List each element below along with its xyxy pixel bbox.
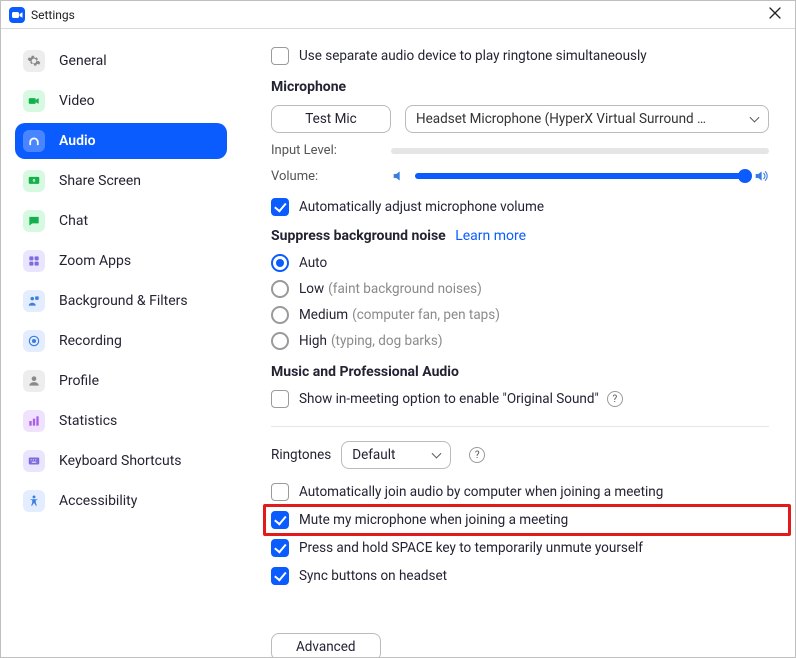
sidebar-item-accessibility[interactable]: Accessibility bbox=[15, 483, 227, 519]
share-screen-icon bbox=[23, 170, 45, 192]
sidebar-item-label: Zoom Apps bbox=[59, 253, 131, 269]
microphone-section-title: Microphone bbox=[271, 79, 769, 95]
sync-headset-checkbox[interactable] bbox=[271, 567, 289, 585]
noise-medium-label: Medium bbox=[299, 307, 348, 323]
original-sound-checkbox[interactable] bbox=[271, 390, 289, 408]
help-icon[interactable]: ? bbox=[607, 391, 623, 407]
sidebar-item-statistics[interactable]: Statistics bbox=[15, 403, 227, 439]
advanced-button[interactable]: Advanced bbox=[271, 633, 381, 657]
profile-icon bbox=[23, 370, 45, 392]
background-icon bbox=[23, 290, 45, 312]
sidebar-item-recording[interactable]: Recording bbox=[15, 323, 227, 359]
record-icon bbox=[23, 330, 45, 352]
sidebar-item-label: General bbox=[59, 53, 107, 69]
auto-adjust-mic-volume-checkbox[interactable] bbox=[271, 198, 289, 216]
mic-volume-slider[interactable] bbox=[415, 173, 745, 179]
noise-suppression-title: Suppress background noise bbox=[271, 228, 446, 244]
sidebar-item-label: Recording bbox=[59, 333, 122, 349]
noise-medium-radio[interactable] bbox=[271, 306, 289, 324]
accessibility-icon bbox=[23, 490, 45, 512]
video-icon bbox=[23, 90, 45, 112]
headphones-icon bbox=[23, 130, 45, 152]
auto-join-audio-checkbox[interactable] bbox=[271, 483, 289, 501]
statistics-icon bbox=[23, 410, 45, 432]
noise-auto-label: Auto bbox=[299, 255, 327, 271]
settings-sidebar: General Video Audio Share Screen bbox=[1, 29, 241, 657]
noise-auto-radio[interactable] bbox=[271, 254, 289, 272]
sidebar-item-zoom-apps[interactable]: Zoom Apps bbox=[15, 243, 227, 279]
sidebar-item-audio[interactable]: Audio bbox=[15, 123, 227, 159]
sidebar-item-label: Share Screen bbox=[59, 173, 141, 189]
sidebar-item-general[interactable]: General bbox=[15, 43, 227, 79]
hold-space-unmute-checkbox[interactable] bbox=[271, 539, 289, 557]
noise-low-radio[interactable] bbox=[271, 280, 289, 298]
close-button[interactable] bbox=[761, 1, 789, 29]
gear-icon bbox=[23, 50, 45, 72]
ringtones-label: Ringtones bbox=[271, 447, 331, 463]
noise-high-label: High bbox=[299, 333, 327, 349]
input-level-label: Input Level: bbox=[271, 143, 391, 158]
sidebar-item-label: Background & Filters bbox=[59, 293, 188, 309]
noise-low-label: Low bbox=[299, 281, 324, 297]
sidebar-item-background-filters[interactable]: Background & Filters bbox=[15, 283, 227, 319]
noise-learn-more-link[interactable]: Learn more bbox=[455, 228, 526, 244]
auto-join-audio-label: Automatically join audio by computer whe… bbox=[299, 484, 663, 500]
mic-volume-label: Volume: bbox=[271, 169, 391, 184]
test-mic-button[interactable]: Test Mic bbox=[271, 105, 391, 133]
help-icon[interactable]: ? bbox=[469, 447, 485, 463]
sidebar-item-profile[interactable]: Profile bbox=[15, 363, 227, 399]
sidebar-item-label: Profile bbox=[59, 373, 99, 389]
sidebar-item-chat[interactable]: Chat bbox=[15, 203, 227, 239]
speaker-low-icon bbox=[391, 168, 407, 184]
sidebar-item-label: Video bbox=[59, 93, 95, 109]
sidebar-item-label: Audio bbox=[59, 133, 96, 149]
ringtone-select[interactable]: Default bbox=[341, 441, 451, 469]
separate-ringtone-device-label: Use separate audio device to play ringto… bbox=[299, 48, 647, 64]
sidebar-item-label: Accessibility bbox=[59, 493, 137, 509]
mute-on-join-label: Mute my microphone when joining a meetin… bbox=[299, 512, 568, 528]
sidebar-item-label: Chat bbox=[59, 213, 88, 229]
sidebar-item-keyboard-shortcuts[interactable]: Keyboard Shortcuts bbox=[15, 443, 227, 479]
separate-ringtone-device-checkbox[interactable] bbox=[271, 47, 289, 65]
sidebar-item-label: Statistics bbox=[59, 413, 117, 429]
keyboard-icon bbox=[23, 450, 45, 472]
divider bbox=[271, 426, 769, 427]
sidebar-item-label: Keyboard Shortcuts bbox=[59, 453, 182, 469]
sync-headset-label: Sync buttons on headset bbox=[299, 568, 447, 584]
noise-high-hint: (typing, dog barks) bbox=[331, 333, 443, 349]
titlebar: Settings bbox=[1, 1, 795, 29]
settings-window: Settings General Video bbox=[0, 0, 796, 658]
audio-settings-panel: Use separate audio device to play ringto… bbox=[241, 29, 795, 657]
sidebar-item-share-screen[interactable]: Share Screen bbox=[15, 163, 227, 199]
hold-space-unmute-label: Press and hold SPACE key to temporarily … bbox=[299, 540, 643, 556]
sidebar-item-video[interactable]: Video bbox=[15, 83, 227, 119]
auto-adjust-mic-volume-label: Automatically adjust microphone volume bbox=[299, 199, 544, 215]
chat-icon bbox=[23, 210, 45, 232]
apps-icon bbox=[23, 250, 45, 272]
mute-on-join-checkbox[interactable] bbox=[271, 511, 289, 529]
speaker-high-icon bbox=[753, 168, 769, 184]
noise-low-hint: (faint background noises) bbox=[328, 281, 482, 297]
zoom-app-icon bbox=[9, 7, 25, 23]
microphone-device-select[interactable]: Headset Microphone (HyperX Virtual Surro… bbox=[405, 105, 769, 133]
input-level-meter bbox=[391, 148, 769, 154]
close-icon bbox=[769, 7, 781, 23]
music-pro-section-title: Music and Professional Audio bbox=[271, 364, 769, 380]
noise-high-radio[interactable] bbox=[271, 332, 289, 350]
original-sound-label: Show in-meeting option to enable "Origin… bbox=[299, 391, 599, 407]
window-title: Settings bbox=[31, 8, 75, 22]
noise-medium-hint: (computer fan, pen taps) bbox=[352, 307, 500, 323]
